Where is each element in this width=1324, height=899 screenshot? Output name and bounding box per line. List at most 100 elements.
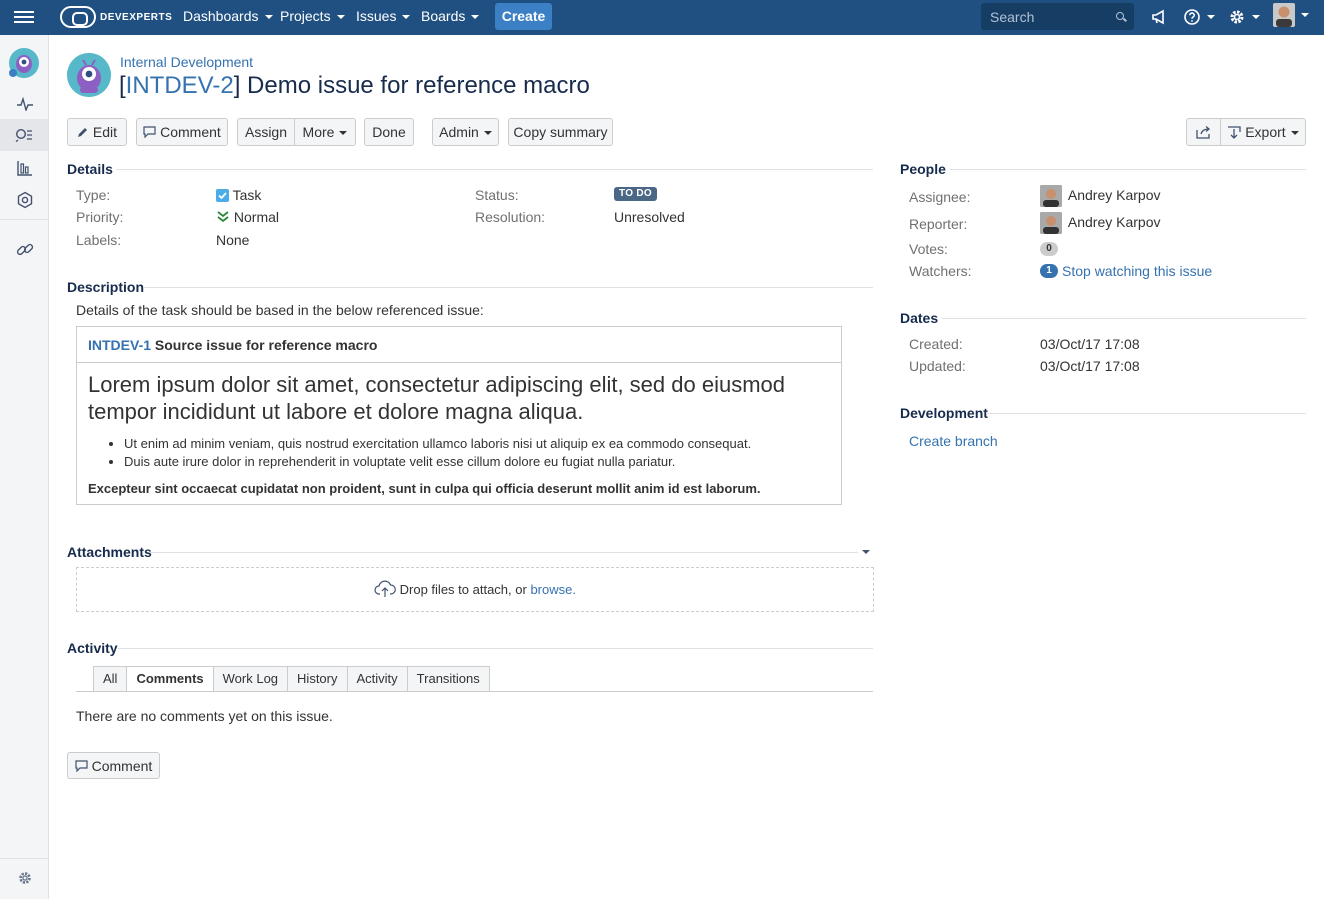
nav-issues[interactable]: Issues — [356, 0, 411, 35]
brand-name: DEVEXPERTS — [100, 11, 173, 23]
assign-button[interactable]: Assign — [237, 118, 295, 146]
activity-heading[interactable]: Activity — [67, 640, 118, 656]
create-button[interactable]: Create — [495, 3, 552, 30]
settings-menu[interactable] — [1228, 6, 1260, 28]
referenced-issue-link[interactable]: INTDEV-1 — [88, 337, 151, 353]
issues-search-icon — [15, 128, 32, 142]
create-branch-link[interactable]: Create branch — [909, 433, 998, 449]
attachments-options-icon[interactable] — [862, 550, 870, 554]
tab-activity[interactable]: Activity — [347, 666, 408, 692]
export-button[interactable]: Export — [1220, 118, 1306, 146]
attachments-heading[interactable]: Attachments — [67, 544, 152, 560]
sidebar-item-issues[interactable] — [0, 119, 48, 151]
stop-watching-link[interactable]: Stop watching this issue — [1062, 263, 1212, 279]
details-rule — [116, 169, 873, 170]
project-sidebar — [0, 35, 49, 899]
help-menu[interactable] — [1183, 6, 1215, 28]
announcement-icon[interactable] — [1151, 6, 1168, 28]
export-icon — [1228, 126, 1241, 139]
created-value: 03/Oct/17 17:08 — [1040, 336, 1140, 352]
votes-count-badge[interactable]: 0 — [1040, 242, 1058, 256]
tab-work-log[interactable]: Work Log — [213, 666, 289, 692]
title-bracket-open: [ — [119, 72, 126, 99]
share-button[interactable] — [1186, 118, 1221, 146]
sidebar-settings[interactable] — [10, 863, 40, 893]
description-heading[interactable]: Description — [67, 279, 144, 295]
project-avatar-small[interactable] — [8, 47, 40, 79]
search-icon[interactable] — [1116, 12, 1124, 20]
created-label: Created: — [909, 336, 963, 352]
profile-menu[interactable] — [1273, 3, 1309, 27]
dates-heading[interactable]: Dates — [900, 310, 938, 326]
watchers-count-badge[interactable]: 1 — [1040, 264, 1058, 278]
watchers-label: Watchers: — [909, 263, 972, 279]
tab-all[interactable]: All — [93, 666, 128, 692]
nav-dashboards-label: Dashboards — [183, 8, 259, 24]
done-transition-button[interactable]: Done — [364, 118, 414, 146]
assignee-label: Assignee: — [909, 189, 971, 205]
add-comment-button[interactable]: Comment — [67, 752, 160, 779]
project-avatar[interactable] — [67, 53, 111, 97]
nav-dashboards[interactable]: Dashboards — [183, 0, 273, 35]
chevron-down-icon — [402, 15, 411, 20]
updated-label: Updated: — [909, 358, 966, 374]
chevron-down-icon — [483, 131, 492, 136]
sidebar-item-components[interactable] — [10, 185, 40, 215]
nav-projects-label: Projects — [280, 8, 331, 24]
tab-transitions[interactable]: Transitions — [407, 666, 490, 692]
components-icon — [17, 191, 33, 209]
brand-logo[interactable]: DEVEXPERTS — [60, 5, 172, 29]
labels-value[interactable]: None — [216, 232, 249, 248]
comment-button[interactable]: Comment — [136, 118, 228, 146]
assignee-value[interactable]: Andrey Karpov — [1040, 185, 1161, 207]
more-button[interactable]: More — [294, 118, 356, 146]
browse-link[interactable]: browse. — [530, 582, 576, 597]
edit-button[interactable]: Edit — [67, 118, 127, 146]
resolution-value: Unresolved — [614, 209, 685, 225]
more-label: More — [302, 124, 335, 140]
sidebar-item-shortcuts[interactable] — [10, 235, 40, 265]
reference-macro: INTDEV-1 Source issue for reference macr… — [76, 326, 842, 505]
reference-bullet-list: Ut enim ad minim veniam, quis nostrud ex… — [124, 435, 751, 471]
chevron-down-icon — [336, 15, 345, 20]
description-intro: Details of the task should be based in t… — [76, 302, 484, 318]
activity-rule — [118, 648, 873, 649]
nav-projects[interactable]: Projects — [280, 0, 345, 35]
tab-history[interactable]: History — [288, 666, 348, 692]
share-icon — [1196, 126, 1211, 139]
priority-text: Normal — [233, 209, 280, 225]
attachment-dropzone[interactable]: Drop files to attach, or browse. — [76, 567, 874, 612]
comment-label: Comment — [160, 124, 221, 140]
issue-summary: Demo issue for reference macro — [247, 72, 590, 99]
copy-summary-button[interactable]: Copy summary — [508, 118, 613, 146]
app-switcher-icon[interactable] — [14, 8, 34, 26]
issue-key-link[interactable]: INTDEV-2 — [126, 72, 234, 99]
user-avatar — [1273, 3, 1295, 27]
nav-boards[interactable]: Boards — [421, 0, 480, 35]
details-heading[interactable]: Details — [67, 161, 113, 177]
breadcrumb-project[interactable]: Internal Development — [120, 54, 253, 70]
sidebar-item-reports[interactable] — [10, 153, 40, 183]
lead-line-2: tempor incididunt ut labore et dolore ma… — [88, 399, 584, 424]
sidebar-item-activity[interactable] — [10, 89, 40, 119]
priority-value: Normal — [216, 209, 279, 225]
people-heading[interactable]: People — [900, 161, 946, 177]
resolution-label: Resolution: — [475, 209, 546, 225]
list-item: Duis aute irure dolor in reprehenderit i… — [124, 453, 751, 471]
development-heading[interactable]: Development — [900, 405, 988, 421]
type-text: Task — [232, 187, 262, 203]
priority-label: Priority: — [76, 209, 124, 225]
tab-comments[interactable]: Comments — [127, 666, 214, 692]
admin-button[interactable]: Admin — [432, 118, 499, 146]
reporter-value[interactable]: Andrey Karpov — [1040, 212, 1161, 234]
admin-label: Admin — [439, 124, 479, 140]
list-item: Ut enim ad minim veniam, quis nostrud ex… — [124, 435, 751, 453]
task-type-icon — [216, 189, 229, 202]
export-label: Export — [1245, 124, 1286, 140]
assignee-name: Andrey Karpov — [1067, 186, 1161, 203]
votes-label: Votes: — [909, 241, 948, 257]
drop-text: Drop files to attach, or — [399, 582, 527, 597]
issue-title: [INTDEV-2] Demo issue for reference macr… — [119, 72, 590, 100]
type-label: Type: — [76, 187, 111, 203]
search-input[interactable] — [981, 3, 1111, 30]
